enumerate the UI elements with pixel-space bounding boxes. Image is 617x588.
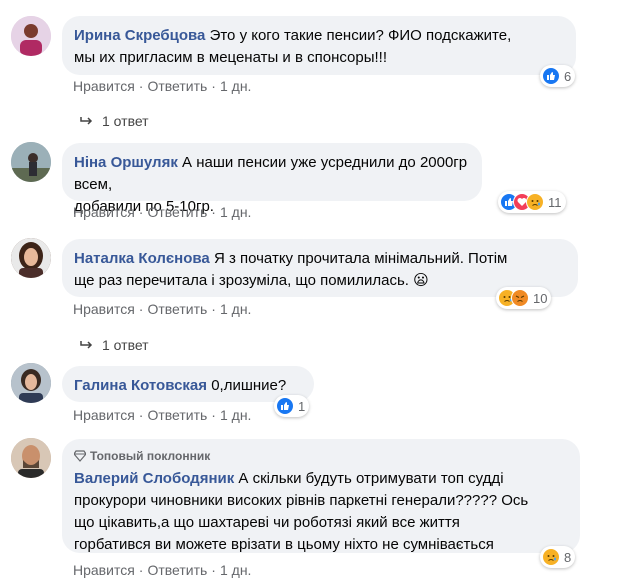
comment-time[interactable]: 1 дн.	[220, 204, 251, 220]
comment-text: мы их пригласим в меценаты и в спонсоры!…	[74, 49, 387, 66]
angry-icon	[511, 289, 529, 307]
like-button[interactable]: Нравится	[73, 204, 135, 220]
reactions-summary[interactable]: 8	[540, 546, 576, 568]
comment-text: 0,лишние?	[211, 377, 287, 394]
reaction-count: 6	[564, 68, 572, 84]
top-fan-badge: Топовый поклонник	[90, 449, 211, 463]
comment-author[interactable]: Ніна Оршуляк	[74, 154, 178, 171]
reactions-summary[interactable]: 6	[540, 65, 576, 87]
diamond-icon	[73, 450, 87, 466]
avatar[interactable]	[11, 363, 51, 403]
reaction-count: 10	[533, 290, 548, 306]
reply-button[interactable]: Ответить	[147, 301, 207, 317]
avatar[interactable]	[11, 238, 51, 278]
comment-bubble: Галина Котовская 0,лишние?	[62, 366, 314, 402]
comment-author[interactable]: Валерий Слободяник	[74, 470, 234, 487]
comment-text: ще раз перечитала і зрозуміла, що помили…	[74, 272, 429, 289]
like-button[interactable]: Нравится	[73, 78, 135, 94]
comment-actions: Нравится · Ответить · 1 дн.	[73, 301, 252, 317]
reply-button[interactable]: Ответить	[147, 78, 207, 94]
comment-time[interactable]: 1 дн.	[220, 78, 251, 94]
reaction-count: 8	[564, 549, 572, 565]
comment-author[interactable]: Ирина Скребцова	[74, 27, 205, 44]
reactions-summary[interactable]: 1	[274, 395, 310, 417]
like-icon	[542, 67, 560, 85]
comment-actions: Нравится · Ответить · 1 дн.	[73, 562, 252, 578]
view-replies-link[interactable]: 1 ответ	[80, 112, 149, 130]
comment-actions: Нравится · Ответить · 1 дн.	[73, 78, 252, 94]
reply-button[interactable]: Ответить	[147, 562, 207, 578]
reactions-summary[interactable]: 10	[496, 287, 552, 309]
comment-text: Это у кого такие пенсии? ФИО подскажите,	[209, 27, 512, 44]
comment-text: Я з початку прочитала мінімальний. Потім	[213, 250, 508, 267]
like-button[interactable]: Нравится	[73, 407, 135, 423]
comment-time[interactable]: 1 дн.	[220, 301, 251, 317]
comment-time[interactable]: 1 дн.	[220, 562, 251, 578]
reaction-count: 11	[548, 194, 562, 210]
reaction-count: 1	[298, 398, 306, 414]
reply-button[interactable]: Ответить	[147, 204, 207, 220]
comment-text: горбатився ви можете врізати в цьому ніх…	[74, 536, 494, 553]
view-replies-link[interactable]: 1 ответ	[80, 336, 149, 354]
comment-author[interactable]: Галина Котовская	[74, 377, 207, 394]
avatar[interactable]	[11, 438, 51, 478]
comment-bubble: Топовый поклонник Валерий Слободяник А с…	[62, 439, 580, 553]
comment-bubble: Ирина Скребцова Это у кого такие пенсии?…	[62, 16, 576, 75]
reactions-summary[interactable]: 11	[498, 191, 566, 213]
comment-time[interactable]: 1 дн.	[220, 407, 251, 423]
reply-button[interactable]: Ответить	[147, 407, 207, 423]
comment-author[interactable]: Наталка Колєнова	[74, 250, 210, 267]
replies-count[interactable]: 1 ответ	[102, 337, 149, 353]
like-button[interactable]: Нравится	[73, 562, 135, 578]
comment-text: А скільки будуть отримувати топ судді	[238, 470, 504, 487]
replies-count[interactable]: 1 ответ	[102, 113, 149, 129]
sad-icon	[542, 548, 560, 566]
like-icon	[276, 397, 294, 415]
comment-text: що цікавить,а що шахтареві чи роботязі я…	[74, 514, 460, 531]
comment-actions: Нравится · Ответить · 1 дн.	[73, 204, 252, 220]
like-button[interactable]: Нравится	[73, 301, 135, 317]
avatar[interactable]	[11, 16, 51, 56]
avatar[interactable]	[11, 142, 51, 182]
comment-text: прокурори чиновники високих рівнів парке…	[74, 492, 529, 509]
reply-arrow-icon	[80, 117, 93, 125]
reply-arrow-icon	[80, 341, 93, 349]
comment-actions: Нравится · Ответить · 1 дн.	[73, 407, 252, 423]
sad-icon	[526, 193, 544, 211]
comment-bubble: Ніна Оршуляк А наши пенсии уже усреднили…	[62, 143, 482, 215]
